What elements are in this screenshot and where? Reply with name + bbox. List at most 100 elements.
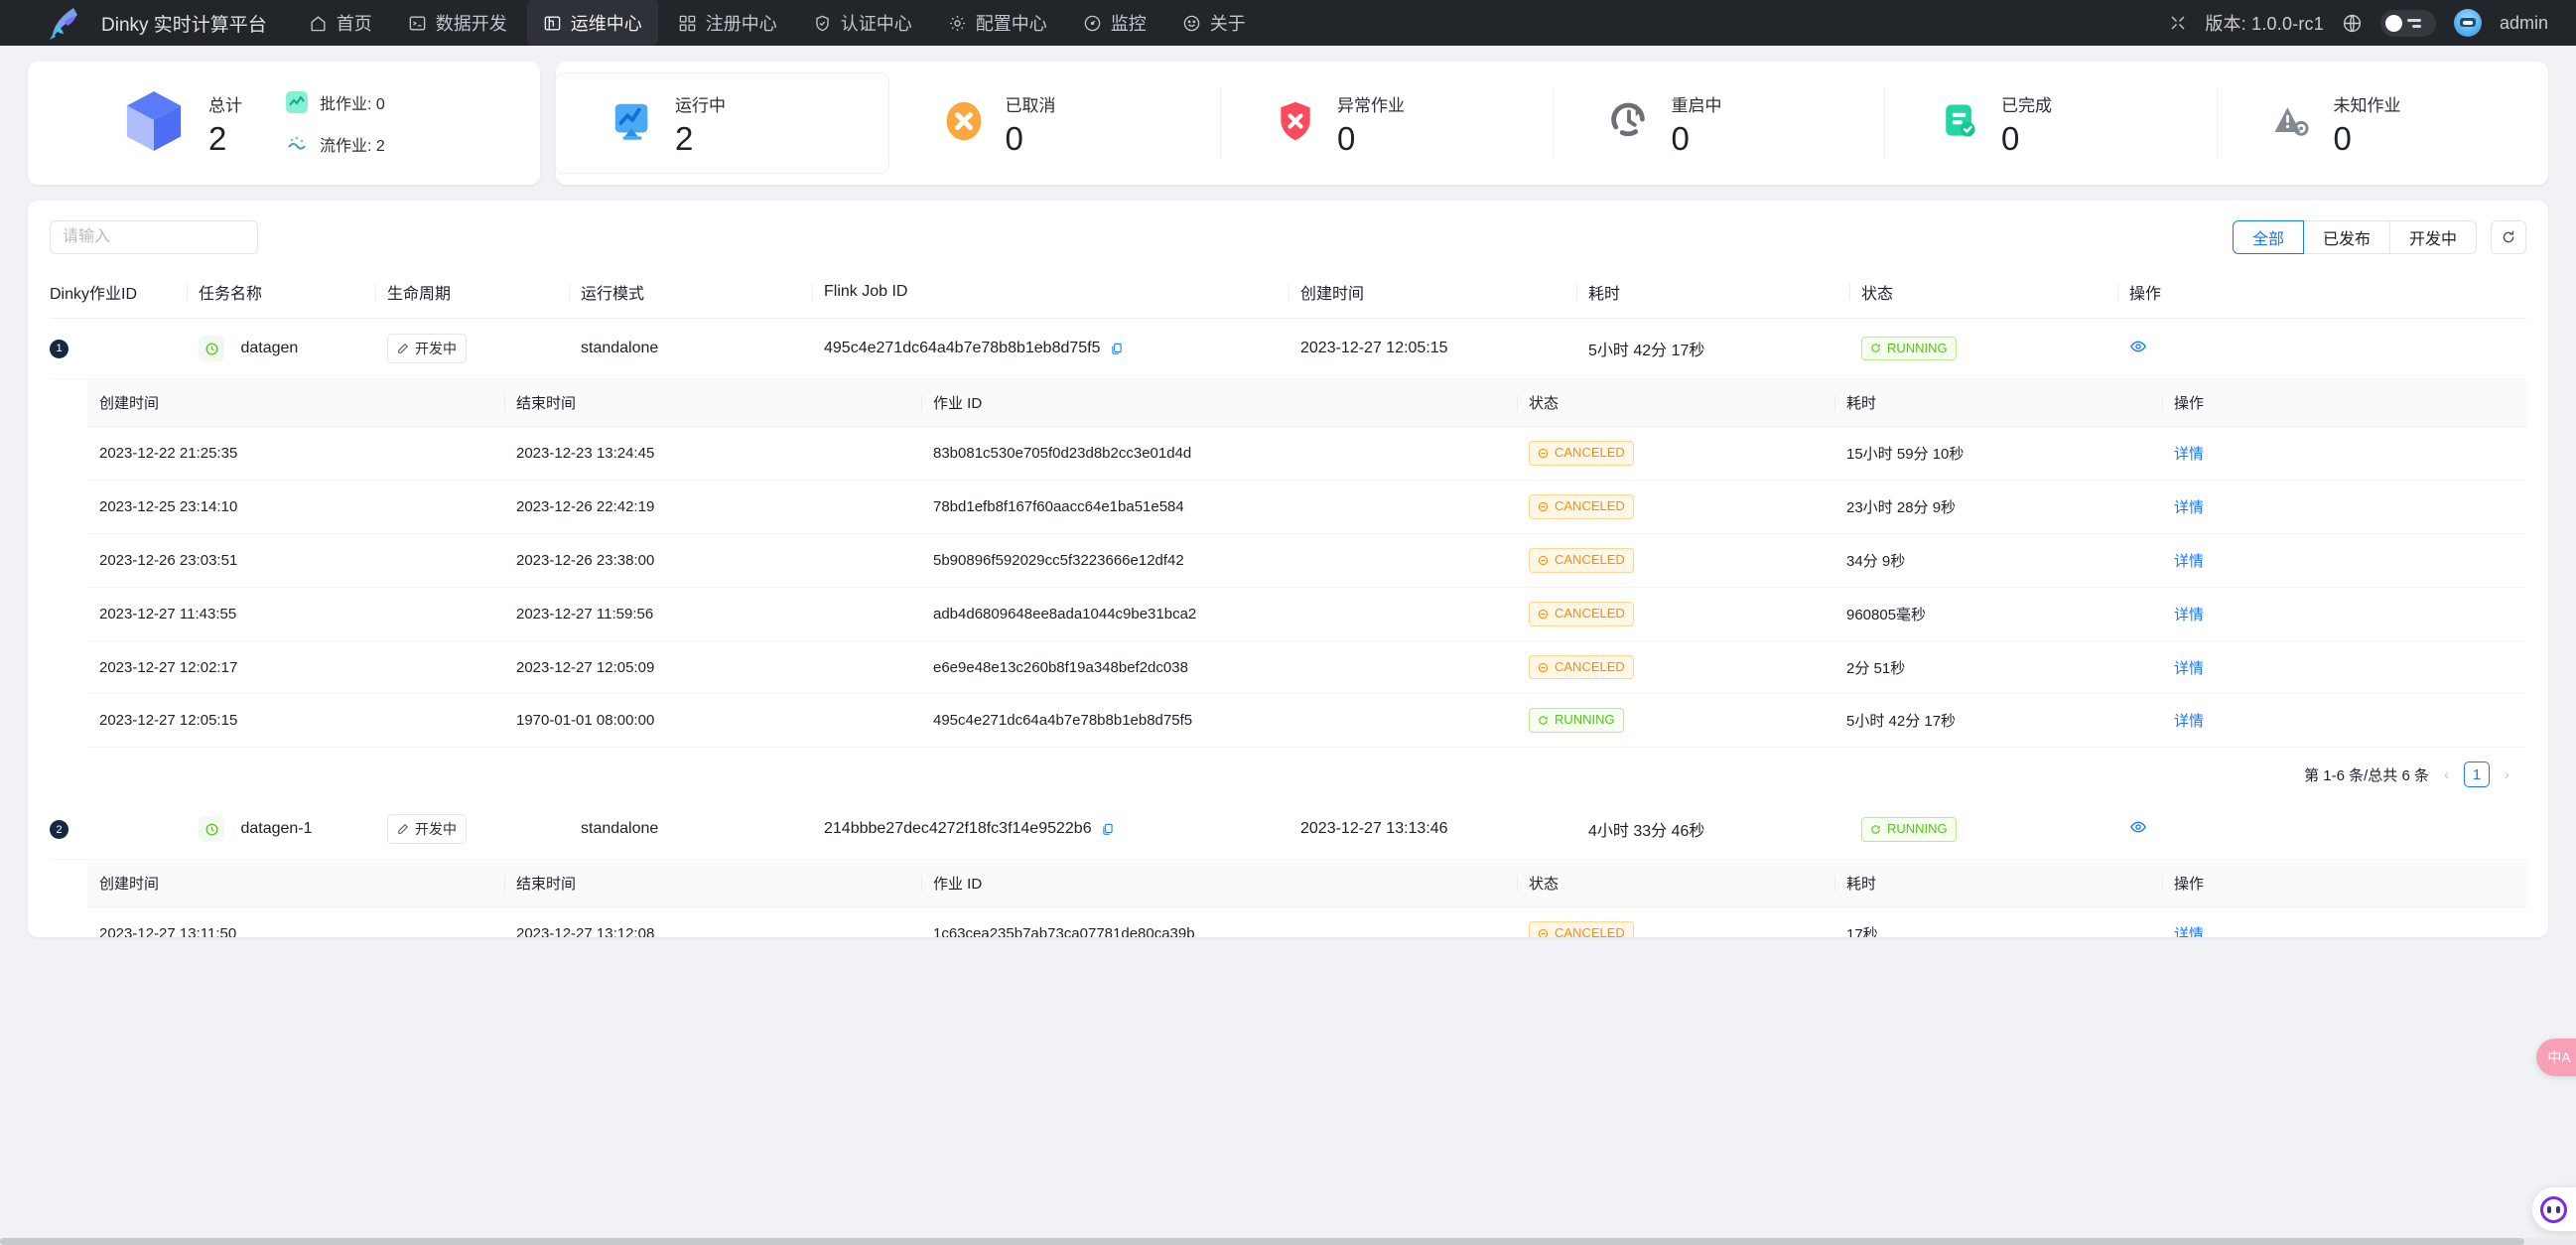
- status-label: CANCELED: [1555, 551, 1625, 567]
- cell-job-id: 495c4e271dc64a4b7e78b8b1eb8d75f5: [921, 693, 1517, 749]
- instance-table-header: 创建时间 结束时间 作业 ID 状态 耗时 操作: [87, 860, 2526, 908]
- search-input[interactable]: [51, 221, 257, 253]
- detail-link[interactable]: 详情: [2174, 713, 2204, 730]
- main-nav-menu: 首页 数据开发 运维中心 注册中心 认证中心 配置中心 监控 关于: [293, 0, 1262, 46]
- theme-toggle[interactable]: [2379, 9, 2436, 37]
- col-dinky-job-id: Dinky作业ID: [50, 266, 199, 319]
- table-row[interactable]: 2023-12-26 23:03:51 2023-12-26 23:38:00 …: [87, 533, 2526, 588]
- view-detail-icon[interactable]: [2129, 338, 2147, 355]
- cell-actions: 详情: [2162, 587, 2526, 641]
- horizontal-scrollbar[interactable]: [0, 1238, 2576, 1245]
- language-globe-icon[interactable]: [2342, 13, 2363, 34]
- cell-actions: 详情: [2162, 480, 2526, 534]
- restarting-icon: [1606, 98, 1652, 149]
- filter-published[interactable]: 已发布: [2303, 220, 2390, 254]
- status-label: RUNNING: [1555, 712, 1615, 728]
- cell-task-name: datagen: [199, 318, 387, 379]
- detail-link[interactable]: 详情: [2174, 607, 2204, 623]
- gear-icon: [948, 14, 967, 33]
- detail-link[interactable]: 详情: [2174, 499, 2204, 516]
- nav-item-monitor[interactable]: 监控: [1067, 0, 1162, 46]
- pagination-page-1[interactable]: 1: [2464, 761, 2490, 788]
- view-detail-icon[interactable]: [2129, 818, 2147, 836]
- refresh-button[interactable]: [2491, 220, 2526, 254]
- stat-restarting-value: 0: [1671, 120, 1690, 157]
- stat-canceled-label: 已取消: [1005, 96, 1056, 115]
- pagination-prev-icon[interactable]: ‹: [2441, 766, 2452, 783]
- cell-create-time: 2023-12-27 11:43:55: [87, 587, 504, 641]
- subcol-duration: 耗时: [1834, 860, 2162, 908]
- scrollbar-thumb[interactable]: [0, 1238, 2525, 1245]
- detail-link[interactable]: 详情: [2174, 660, 2204, 677]
- stat-running: 运行中 2: [556, 73, 888, 173]
- app-logo: [44, 3, 87, 43]
- cell-end-time: 2023-12-26 23:38:00: [504, 533, 921, 588]
- language-switch-fab[interactable]: 中A: [2536, 1038, 2576, 1076]
- subcol-create-time: 创建时间: [87, 860, 504, 908]
- table-row[interactable]: 2023-12-27 11:43:55 2023-12-27 11:59:56 …: [87, 587, 2526, 641]
- job-table-body: 1 datagen 开发中 standalone 495c4e271dc64a4…: [50, 318, 2526, 937]
- cell-status: CANCELED: [1517, 587, 1834, 641]
- cell-create-time: 2023-12-27 12:05:15: [87, 693, 504, 749]
- cell-end-time: 2023-12-26 22:42:19: [504, 480, 921, 534]
- cell-job-index: 1: [50, 318, 199, 379]
- cell-status: RUNNING: [1517, 693, 1834, 749]
- fullscreen-icon[interactable]: [2169, 14, 2187, 32]
- detail-link[interactable]: 详情: [2174, 446, 2204, 463]
- running-icon: [610, 98, 655, 149]
- stat-restarting-label: 重启中: [1671, 96, 1722, 115]
- filter-developing[interactable]: 开发中: [2389, 220, 2477, 254]
- lifecycle-tag: 开发中: [387, 814, 467, 845]
- canceled-circle-icon: [1538, 662, 1549, 672]
- copy-icon[interactable]: [1101, 822, 1115, 836]
- detail-link[interactable]: 详情: [2174, 926, 2204, 937]
- table-row[interactable]: 2023-12-27 12:05:15 1970-01-01 08:00:00 …: [87, 693, 2526, 749]
- copy-icon[interactable]: [1110, 342, 1124, 355]
- nav-item-about[interactable]: 关于: [1166, 0, 1262, 46]
- cell-end-time: 2023-12-27 13:12:08: [504, 906, 921, 937]
- stat-batch-jobs: 批作业: 0: [286, 90, 385, 114]
- filter-all[interactable]: 全部: [2232, 220, 2304, 254]
- nav-label-home: 首页: [336, 14, 372, 34]
- row-index-badge: 2: [50, 820, 68, 840]
- stream-job-icon: [286, 133, 308, 155]
- status-label: RUNNING: [1887, 340, 1948, 355]
- cell-duration: 5小时 42分 17秒: [1588, 318, 1861, 379]
- expanded-detail-row: 创建时间 结束时间 作业 ID 状态 耗时 操作: [50, 860, 2526, 937]
- avatar[interactable]: [2453, 9, 2482, 37]
- table-row[interactable]: 2023-12-25 23:14:10 2023-12-26 22:42:19 …: [87, 480, 2526, 534]
- cell-job-id: 1c63cea235b7ab73ca07781de80ca39b: [921, 906, 1517, 937]
- canceled-icon: [942, 99, 986, 148]
- page-content: 总计 2 批作业: 0 流作业: 2 运行中 2 已取消 0 异常作业 0 重启…: [0, 46, 2576, 1245]
- table-row[interactable]: 2 datagen-1 开发中 standalone 214bbbe27dec4…: [50, 799, 2526, 861]
- status-badge: CANCELED: [1529, 441, 1634, 466]
- cell-status: CANCELED: [1517, 533, 1834, 588]
- chat-bot-icon: [2540, 1195, 2567, 1223]
- col-status: 状态: [1861, 266, 2129, 319]
- nav-item-data-dev[interactable]: 数据开发: [392, 0, 523, 46]
- table-row[interactable]: 2023-12-27 12:02:17 2023-12-27 12:05:09 …: [87, 640, 2526, 695]
- stat-unknown: 未知作业 0: [2216, 62, 2549, 185]
- nav-item-auth-center[interactable]: 认证中心: [797, 0, 928, 46]
- cell-actions: 详情: [2162, 906, 2526, 937]
- cell-status: CANCELED: [1517, 640, 1834, 695]
- cell-duration: 960805毫秒: [1834, 587, 2162, 641]
- detail-link[interactable]: 详情: [2174, 553, 2204, 570]
- table-row[interactable]: 1 datagen 开发中 standalone 495c4e271dc64a4…: [50, 318, 2526, 379]
- nav-item-home[interactable]: 首页: [293, 0, 388, 46]
- nav-item-register-center[interactable]: 注册中心: [662, 0, 793, 46]
- subcol-end-time: 结束时间: [504, 379, 921, 427]
- status-badge: CANCELED: [1529, 921, 1634, 937]
- job-list-panel: 全部 已发布 开发中 Dinky作业ID 任务名称 生命周期: [28, 201, 2548, 937]
- col-flink-job-id: Flink Job ID: [824, 266, 1300, 319]
- pagination-next-icon[interactable]: ›: [2502, 766, 2512, 783]
- table-row[interactable]: 2023-12-22 21:25:35 2023-12-23 13:24:45 …: [87, 426, 2526, 481]
- nav-item-ops-center[interactable]: 运维中心: [526, 0, 658, 46]
- status-badge: RUNNING: [1529, 708, 1624, 734]
- chat-bot-fab[interactable]: [2532, 1187, 2576, 1231]
- col-create-time: 创建时间: [1300, 266, 1588, 319]
- table-row[interactable]: 2023-12-27 13:11:50 2023-12-27 13:12:08 …: [87, 906, 2526, 937]
- nav-item-config-center[interactable]: 配置中心: [932, 0, 1063, 46]
- cell-job-id: 5b90896f592029cc5f3223666e12df42: [921, 533, 1517, 588]
- search-box[interactable]: [50, 220, 258, 254]
